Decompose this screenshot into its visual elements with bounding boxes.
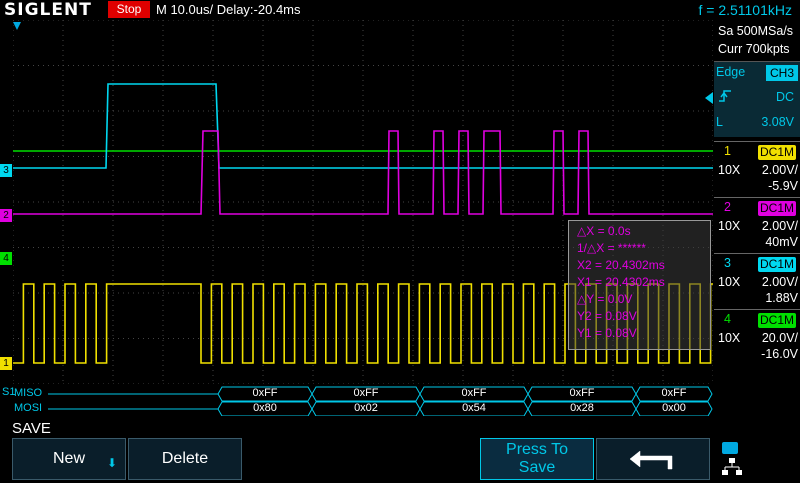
- frequency-counter: f = 2.51101kHz: [698, 2, 792, 18]
- channel-2-info[interactable]: 2 DC1M 10X 2.00V/ 40mV: [714, 197, 800, 254]
- cursor-readout-panel: △X = 0.0s 1/△X = ****** X2 = 20.4302ms X…: [568, 220, 711, 350]
- miso-byte: 0xFF: [252, 387, 278, 399]
- cursor-delta-y: △Y = 0.0V: [577, 292, 633, 306]
- trigger-source: CH3: [766, 65, 798, 81]
- channel-1-marker[interactable]: 1: [0, 357, 12, 370]
- cursor-delta-x: △X = 0.0s: [577, 224, 631, 238]
- mosi-byte: 0x54: [462, 402, 486, 414]
- miso-byte: 0xFF: [353, 387, 379, 399]
- channel-4-marker[interactable]: 4: [0, 252, 12, 265]
- mosi-byte: 0x28: [570, 402, 594, 414]
- press-to-save-button[interactable]: Press To Save: [480, 438, 594, 480]
- trigger-type: Edge: [716, 65, 746, 79]
- channel-3-info[interactable]: 3 DC1M 10X 2.00V/ 1.88V: [714, 253, 800, 310]
- miso-label: MISO: [14, 387, 43, 399]
- trigger-panel[interactable]: Edge CH3 DC L 3.08V: [714, 61, 800, 137]
- waveform-display[interactable]: △X = 0.0s 1/△X = ****** X2 = 20.4302ms X…: [13, 20, 713, 384]
- trigger-level: 3.08V: [761, 115, 794, 129]
- channel-2-marker[interactable]: 2: [0, 209, 12, 222]
- mosi-label: MOSI: [14, 402, 43, 414]
- menu-title: SAVE: [12, 420, 51, 437]
- miso-byte: 0xFF: [461, 387, 487, 399]
- usb-icon: [722, 442, 738, 454]
- mosi-byte: 0x02: [354, 402, 378, 414]
- trigger-coupling: DC: [775, 90, 794, 104]
- channel-1-info[interactable]: 1 DC1M 10X 2.00V/ -5.9V: [714, 141, 800, 198]
- cursor-inverse-delta-x: 1/△X = ******: [577, 241, 646, 255]
- chevron-down-icon: ⬇: [106, 456, 117, 470]
- mosi-byte: 0x80: [253, 402, 277, 414]
- return-arrow-icon: [629, 450, 673, 470]
- sample-rate: Sa 500MSa/s: [718, 24, 794, 38]
- rising-edge-icon: [719, 90, 731, 102]
- brand-logo: SIGLENT: [4, 0, 92, 20]
- return-button[interactable]: [596, 438, 710, 480]
- trigger-position-marker[interactable]: [13, 22, 21, 30]
- channel-4-info[interactable]: 4 DC1M 10X 20.0V/ -16.0V: [714, 309, 800, 366]
- miso-byte: 0xFF: [661, 387, 687, 399]
- new-button[interactable]: New ⬇: [12, 438, 126, 480]
- run-stop-badge[interactable]: Stop: [108, 1, 150, 18]
- cursor-x2: X2 = 20.4302ms: [577, 258, 665, 272]
- mosi-byte: 0x00: [662, 402, 686, 414]
- network-icon: [722, 458, 742, 475]
- miso-byte: 0xFF: [569, 387, 595, 399]
- cursor-y2: Y2 = 0.08V: [577, 309, 637, 323]
- memory-depth: Curr 700kpts: [718, 42, 790, 56]
- status-bar: SIGLENT Stop M 10.0us/ Delay:-20.4ms f =…: [0, 0, 800, 20]
- spi-decode-bus[interactable]: S1 MISO MOSI 0xFF 0xFF 0xFF 0xFF 0xFF 0x80 0x0…: [0, 384, 714, 416]
- cursor-x1: X1 = 20.4302ms: [577, 275, 665, 289]
- trigger-level-prefix: L: [716, 115, 723, 129]
- delete-button[interactable]: Delete: [128, 438, 242, 480]
- channel-3-marker[interactable]: 3: [0, 164, 12, 177]
- acquisition-panel: Sa 500MSa/s Curr 700kpts: [714, 20, 800, 60]
- timebase-readout[interactable]: M 10.0us/ Delay:-20.4ms: [156, 2, 301, 18]
- cursor-y1: Y1 = 0.08V: [577, 326, 637, 340]
